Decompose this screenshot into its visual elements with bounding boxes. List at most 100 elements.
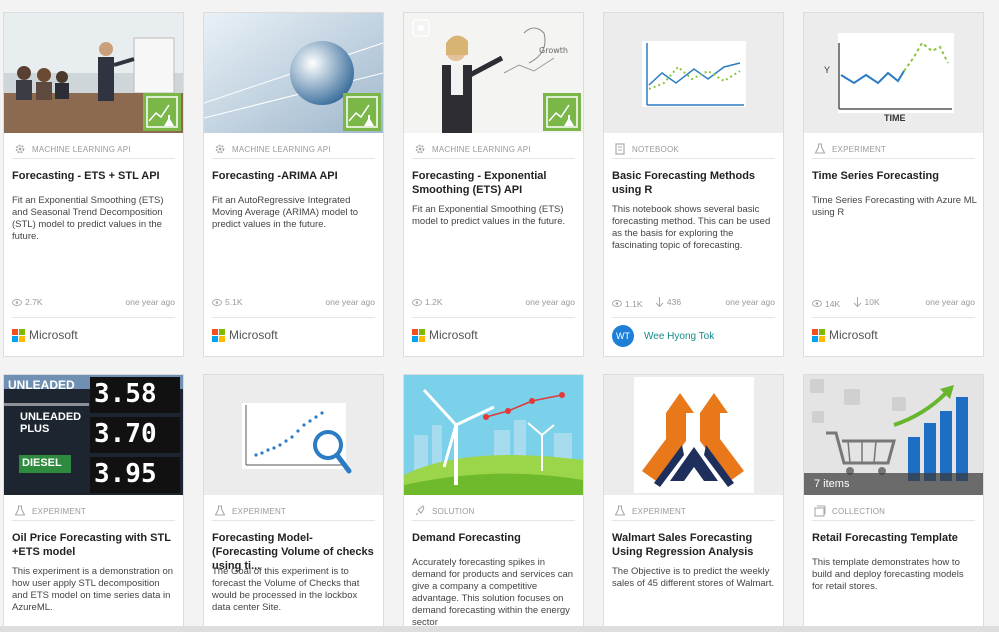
card-title[interactable]: Oil Price Forecasting with STL +ETS mode… xyxy=(12,531,177,559)
card-thumbnail[interactable] xyxy=(404,375,583,495)
card-thumbnail[interactable] xyxy=(4,13,183,133)
divider xyxy=(612,317,775,318)
card-stats: 1.1K 436 one year ago xyxy=(612,297,775,311)
card-title[interactable]: Forecasting - Exponential Smoothing (ETS… xyxy=(412,169,577,197)
author-name[interactable]: Wee Hyong Tok xyxy=(644,331,714,342)
views-count: 5.1K xyxy=(225,297,243,307)
author[interactable]: WT Wee Hyong Tok xyxy=(612,325,714,347)
card-title[interactable]: Retail Forecasting Template xyxy=(812,531,977,545)
card-description: The Goal of this experiment is to foreca… xyxy=(212,566,360,613)
sign-label-diesel: DIESEL xyxy=(22,457,62,469)
divider xyxy=(812,158,975,159)
author[interactable]: Microsoft xyxy=(412,328,478,342)
notebook-icon xyxy=(615,143,625,155)
card-category: MACHINE LEARNING API xyxy=(414,143,531,155)
microsoft-logo-icon xyxy=(812,328,825,342)
card-thumbnail[interactable] xyxy=(604,375,783,495)
eye-icon xyxy=(212,298,222,306)
divider xyxy=(212,520,375,521)
author-name: Microsoft xyxy=(29,328,78,342)
card-thumbnail[interactable]: Growth xyxy=(404,13,583,133)
card-title[interactable]: Forecasting - ETS + STL API xyxy=(12,169,177,183)
category-label: EXPERIMENT xyxy=(832,144,887,154)
card-retail-forecasting-template[interactable]: 7 items COLLECTION Retail Forecasting Te… xyxy=(803,374,984,632)
flask-icon xyxy=(814,143,826,154)
divider xyxy=(212,158,375,159)
card-oil-price-forecasting[interactable]: UNLEADED 3.58 UNLEADED PLUS 3.70 DIESEL … xyxy=(3,374,184,632)
views-count: 1.2K xyxy=(425,297,443,307)
card-category: SOLUTION xyxy=(414,505,475,517)
views-count: 14K xyxy=(825,298,841,309)
divider xyxy=(12,520,175,521)
category-label: COLLECTION xyxy=(832,506,886,516)
divider xyxy=(812,520,975,521)
downloads-stat: 10K xyxy=(853,297,880,307)
card-demand-forecasting[interactable]: SOLUTION Demand Forecasting Accurately f… xyxy=(403,374,584,632)
magnify-chart-thumbnail xyxy=(204,375,383,495)
card-description: Fit an Exponential Smoothing (ETS) and S… xyxy=(12,195,164,242)
card-arima-api[interactable]: MACHINE LEARNING API Forecasting -ARIMA … xyxy=(203,12,384,357)
chart-flask-icon xyxy=(146,96,178,128)
ml-badge xyxy=(143,93,181,131)
microsoft-logo-icon xyxy=(412,328,425,342)
sign-price-diesel: 3.95 xyxy=(94,459,157,489)
views-stat: 2.7K xyxy=(12,297,43,307)
card-thumbnail[interactable] xyxy=(204,375,383,495)
card-category: MACHINE LEARNING API xyxy=(214,143,331,155)
chart-flask-icon xyxy=(346,96,378,128)
card-title[interactable]: Time Series Forecasting xyxy=(812,169,977,183)
card-category: COLLECTION xyxy=(814,505,885,517)
card-forecasting-model-checks[interactable]: EXPERIMENT Forecasting Model-(Forecastin… xyxy=(203,374,384,632)
card-thumbnail[interactable]: 7 items xyxy=(804,375,983,495)
author[interactable]: Microsoft xyxy=(812,328,878,342)
wind-turbine-illustration xyxy=(404,375,583,495)
card-category: EXPERIMENT xyxy=(14,505,86,517)
time-ago: one year ago xyxy=(125,297,175,307)
card-title[interactable]: Walmart Sales Forecasting Using Regressi… xyxy=(612,531,777,559)
card-basic-forecasting-r[interactable]: NOTEBOOK Basic Forecasting Methods using… xyxy=(603,12,784,357)
divider xyxy=(612,158,775,159)
card-category: MACHINE LEARNING API xyxy=(14,143,131,155)
card-stats: 5.1K one year ago xyxy=(212,297,375,311)
card-title[interactable]: Forecasting -ARIMA API xyxy=(212,169,377,183)
card-description: Fit an AutoRegressive Integrated Moving … xyxy=(212,195,359,230)
category-label: MACHINE LEARNING API xyxy=(32,144,131,154)
card-ets-api[interactable]: Growth MACHINE LEARNING API Forecasting … xyxy=(403,12,584,357)
flask-icon xyxy=(14,505,26,516)
card-category: EXPERIMENT xyxy=(814,143,886,155)
card-description: Accurately forecasting spikes in demand … xyxy=(412,557,574,628)
eye-icon xyxy=(812,300,822,307)
divider xyxy=(412,520,575,521)
category-label: MACHINE LEARNING API xyxy=(432,144,531,154)
views-stat: 14K xyxy=(812,299,840,309)
card-walmart-sales-forecasting[interactable]: EXPERIMENT Walmart Sales Forecasting Usi… xyxy=(603,374,784,632)
card-description: Fit an Exponential Smoothing (ETS) model… xyxy=(412,204,566,227)
card-thumbnail[interactable] xyxy=(604,13,783,133)
rocket-icon xyxy=(415,505,425,516)
card-ets-stl-api[interactable]: MACHINE LEARNING API Forecasting - ETS +… xyxy=(3,12,184,357)
card-stats: 2.7K one year ago xyxy=(12,297,175,311)
card-title[interactable]: Basic Forecasting Methods using R xyxy=(612,169,777,197)
collection-icon xyxy=(814,505,826,517)
card-thumbnail[interactable]: UNLEADED 3.58 UNLEADED PLUS 3.70 DIESEL … xyxy=(4,375,183,495)
category-label: EXPERIMENT xyxy=(32,506,87,516)
svg-text:Growth: Growth xyxy=(539,46,568,55)
card-title[interactable]: Demand Forecasting xyxy=(412,531,577,545)
sign-label-unleaded: UNLEADED xyxy=(8,378,75,392)
gear-icon xyxy=(415,144,425,154)
divider xyxy=(412,317,575,318)
author[interactable]: Microsoft xyxy=(212,328,278,342)
divider xyxy=(12,158,175,159)
ml-badge xyxy=(543,93,581,131)
gear-icon xyxy=(215,144,225,154)
divider xyxy=(812,317,975,318)
eye-icon xyxy=(612,300,622,307)
card-description: This experiment is a demonstration on ho… xyxy=(12,566,174,613)
card-thumbnail[interactable]: Y TIME xyxy=(804,13,983,133)
author[interactable]: Microsoft xyxy=(12,328,78,342)
download-icon xyxy=(655,297,664,307)
card-time-series-forecasting[interactable]: Y TIME EXPERIMENT Time Series Forecastin… xyxy=(803,12,984,357)
card-thumbnail[interactable] xyxy=(204,13,383,133)
author-name: Microsoft xyxy=(829,328,878,342)
page-footer-strip xyxy=(0,626,999,632)
